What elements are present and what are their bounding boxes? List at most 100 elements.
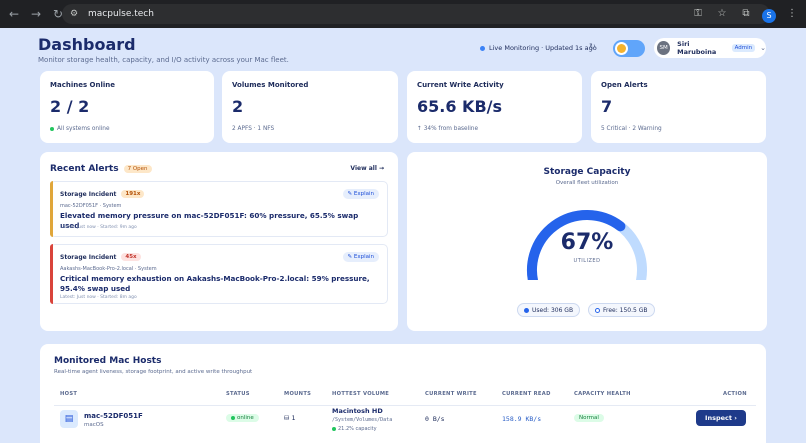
col-hottest-volume: HOTTEST VOLUME (332, 391, 390, 397)
explain-button[interactable]: ✎ Explain (342, 189, 379, 199)
current-write: 0 B/s (425, 415, 445, 423)
theme-toggle[interactable] (613, 40, 645, 57)
col-host: HOST (60, 391, 78, 397)
mounts-cell: ⛁ 1 (284, 414, 296, 422)
forward-icon[interactable]: → (28, 6, 44, 22)
drive-icon: ⛁ (284, 414, 290, 422)
server-icon: ▤ (60, 410, 78, 428)
status-text: online (237, 415, 254, 421)
col-action: ACTION (723, 391, 747, 397)
alert-host: Aakashs-MacBook-Pro-2.local · System (60, 266, 157, 272)
alert-meta: Latest: Just now · Started: 9m ago (60, 225, 137, 230)
stat-card-machines: Machines Online 2 / 2 All systems online (40, 71, 214, 143)
live-status: Live Monitoring · Updated 1s ago (480, 44, 597, 52)
col-current-read: CURRENT READ (502, 391, 551, 397)
alert-type-text: Storage Incident (60, 190, 117, 198)
table-divider (54, 405, 756, 406)
stat-label: Current Write Activity (417, 81, 504, 89)
refresh-icon[interactable]: ↻ (589, 42, 596, 51)
sun-icon (617, 44, 626, 53)
view-all-link[interactable]: View all → (350, 165, 384, 172)
star-icon[interactable]: ☆ (714, 4, 730, 24)
volume-capacity-text: 21.2% capacity (338, 426, 377, 432)
stat-card-write: Current Write Activity 65.6 KB/s ↑ 34% f… (407, 71, 582, 143)
page-title: Dashboard (38, 35, 136, 54)
alert-card[interactable]: Storage Incident 45x ✎ Explain Aakashs-M… (50, 244, 388, 304)
stat-note: All systems online (50, 126, 110, 132)
chevron-down-icon: ⌄ (760, 44, 766, 52)
health-badge: Normal (574, 414, 604, 422)
free-pill: Free: 150.5 GB (588, 303, 655, 317)
role-badge: Admin (731, 44, 756, 52)
capacity-subtitle: Overall fleet utilization (555, 180, 619, 186)
stat-label: Machines Online (50, 81, 116, 89)
alert-meta: Latest: Just now · Started: 8m ago (60, 295, 137, 300)
user-menu[interactable]: SM Siri Maruboina Admin ⌄ (654, 38, 766, 58)
alert-host: mac-52DF051F · System (60, 203, 122, 209)
monitored-hosts-panel: Monitored Mac Hosts Real-time agent live… (40, 344, 766, 443)
col-status: STATUS (226, 391, 250, 397)
hosts-title: Monitored Mac Hosts (54, 356, 162, 366)
stat-card-volumes: Volumes Monitored 2 2 APFS · 1 NFS (222, 71, 398, 143)
live-dot-icon (480, 45, 485, 51)
recent-alerts-panel: Recent Alerts 7 Open View all → Storage … (40, 152, 398, 331)
capacity-title: Storage Capacity (543, 167, 631, 177)
alert-count-badge: 45x (121, 253, 141, 261)
stat-note: 5 Critical · 2 Warning (601, 126, 662, 132)
inspect-label: Inspect (705, 414, 732, 422)
host-name: mac-52DF051F (84, 412, 143, 420)
explain-label: Explain (353, 254, 374, 260)
key-icon[interactable]: ⚿ (690, 4, 706, 24)
page-subtitle: Monitor storage health, capacity, and I/… (38, 56, 289, 64)
alerts-title: Recent Alerts (50, 164, 119, 174)
col-current-write: CURRENT WRITE (425, 391, 477, 397)
menu-icon[interactable]: ⋮ (784, 4, 800, 24)
stat-note: ↑ 34% from baseline (417, 126, 479, 132)
used-pill: Used: 306 GB (517, 303, 581, 317)
stat-value: 65.6 KB/s (417, 97, 503, 116)
mounts-count: 1 (291, 414, 296, 422)
inspect-button[interactable]: Inspect › (696, 410, 746, 426)
storage-capacity-panel: Storage Capacity Overall fleet utilizati… (407, 152, 767, 331)
stat-value: 7 (601, 97, 613, 116)
col-capacity-health: CAPACITY HEALTH (574, 391, 631, 397)
url-text[interactable]: macpulse.tech (88, 9, 154, 19)
alert-type: Storage Incident 191x (60, 190, 145, 198)
user-name: Siri Maruboina (677, 40, 717, 56)
online-dot-icon (231, 416, 235, 420)
current-read: 158.9 KB/s (502, 415, 542, 423)
stat-note: 2 APFS · 1 NFS (232, 126, 275, 132)
alert-type: Storage Incident 45x (60, 253, 141, 261)
capacity-dot-icon (332, 427, 336, 431)
host-os: macOS (84, 422, 104, 428)
alert-severity-bar (50, 244, 53, 304)
alert-message: Critical memory exhaustion on Aakashs-Ma… (60, 274, 370, 293)
site-settings-icon[interactable]: ⚙ (68, 8, 80, 20)
stat-label: Open Alerts (601, 81, 648, 89)
stat-note-text: All systems online (57, 126, 110, 132)
profile-avatar[interactable]: S (762, 8, 776, 23)
browser-toolbar: ← → ↻ ⚙ macpulse.tech ⚿ ☆ ⧉ S ⋮ (0, 0, 806, 28)
volume-capacity: 21.2% capacity (332, 426, 377, 432)
address-bar[interactable]: ⚙ macpulse.tech (62, 4, 770, 24)
volume-name: Macintosh HD (332, 407, 383, 415)
hosts-subtitle: Real-time agent liveness, storage footpr… (54, 369, 253, 375)
stat-card-alerts: Open Alerts 7 5 Critical · 2 Warning (591, 71, 766, 143)
free-text: Free: 150.5 GB (603, 306, 648, 314)
alert-type-text: Storage Incident (60, 253, 117, 261)
utilized-label: UTILIZED (573, 258, 601, 264)
status-badge: online (226, 414, 259, 422)
stat-value: 2 (232, 97, 244, 116)
used-dot-icon (524, 307, 529, 313)
alert-severity-bar (50, 181, 53, 237)
extensions-icon[interactable]: ⧉ (738, 4, 754, 24)
avatar: SM (657, 41, 671, 55)
col-mounts: MOUNTS (284, 391, 312, 397)
back-icon[interactable]: ← (6, 6, 22, 22)
capacity-percent: 67% (560, 230, 614, 255)
explain-button[interactable]: ✎ Explain (342, 252, 379, 262)
volume-path: /System/Volumes/Data (332, 417, 393, 423)
stat-label: Volumes Monitored (232, 81, 309, 89)
stat-value: 2 / 2 (50, 97, 90, 116)
alert-card[interactable]: Storage Incident 191x ✎ Explain mac-52DF… (50, 181, 388, 237)
